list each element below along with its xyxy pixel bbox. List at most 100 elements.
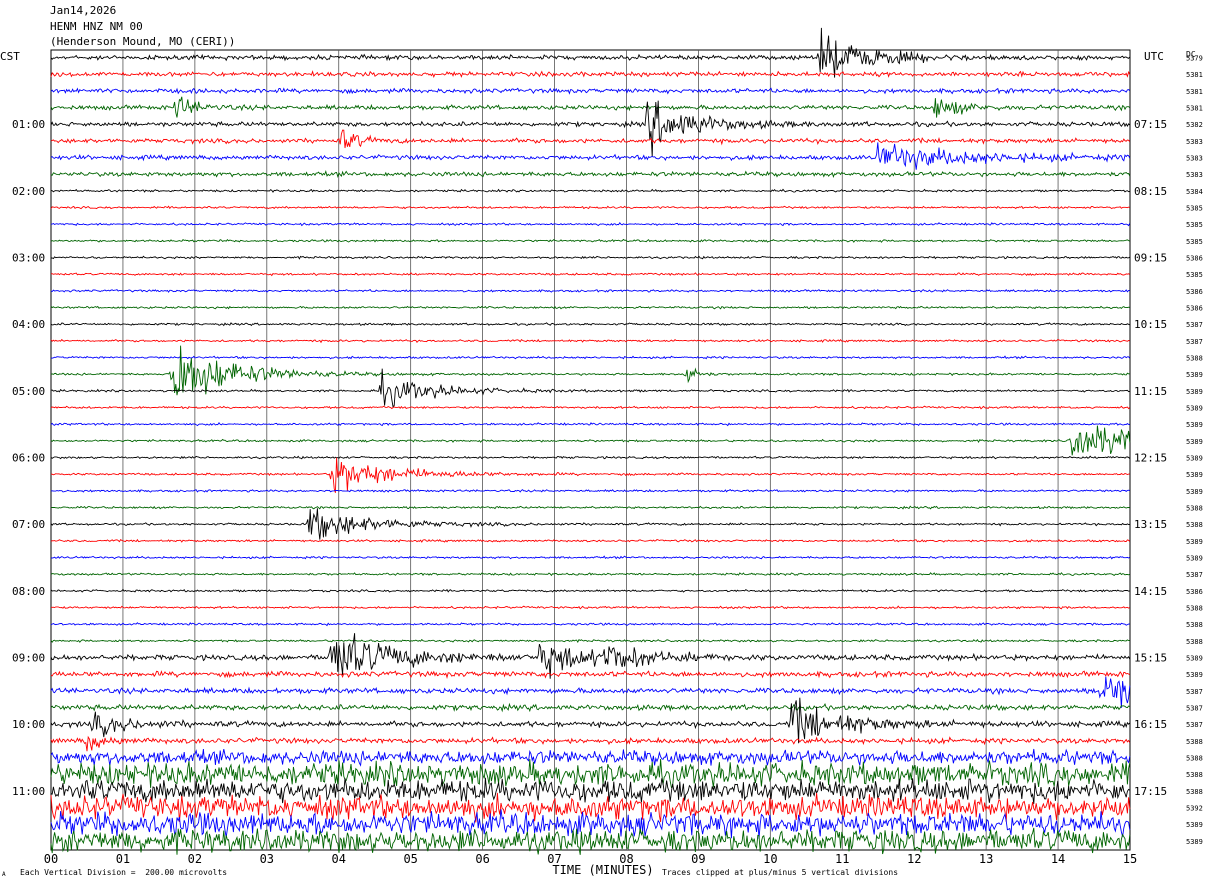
- left-time-label: 07:00: [12, 518, 45, 531]
- scale-note: Each Vertical Division = 200.00 microvol…: [20, 868, 228, 877]
- seismic-trace: [50, 205, 1130, 210]
- seismic-trace: [50, 455, 1131, 460]
- x-tick-label: 10: [763, 852, 777, 866]
- dc-offset-label: 5383: [1186, 155, 1203, 163]
- dc-offset-label: 5389: [1186, 471, 1203, 479]
- seismic-trace: [50, 676, 1131, 708]
- seismic-trace: [50, 255, 1131, 260]
- dc-offset-label: 5388: [1186, 771, 1203, 779]
- seismic-trace: [50, 345, 1130, 396]
- seismic-trace: [50, 633, 1131, 679]
- seismic-trace: [50, 87, 1131, 95]
- seismic-trace: [50, 758, 1131, 789]
- seismic-trace: [50, 508, 1130, 540]
- seismic-trace: [50, 777, 1131, 804]
- dc-offset-label: 5389: [1186, 455, 1203, 463]
- x-tick-label: 13: [979, 852, 993, 866]
- dc-offset-label: 5389: [1186, 438, 1203, 446]
- dc-offset-label: 5392: [1186, 805, 1203, 813]
- left-time-label: 10:00: [12, 718, 45, 731]
- plot-grid: [50, 49, 1131, 851]
- seismic-trace: [50, 425, 1131, 456]
- dc-offset-label: 5389: [1186, 421, 1203, 429]
- x-tick-label: 12: [907, 852, 921, 866]
- dc-offset-label: 5381: [1186, 105, 1203, 113]
- right-time-label: 08:15: [1134, 185, 1167, 198]
- seismic-trace: [50, 338, 1130, 344]
- dc-offset-label: 5389: [1186, 555, 1203, 563]
- dc-offset-label: 5389: [1186, 488, 1203, 496]
- trace-group: [50, 27, 1131, 855]
- seismic-trace: [50, 670, 1131, 679]
- seismic-trace: [50, 188, 1130, 193]
- right-time-label: 16:15: [1134, 718, 1167, 731]
- dc-offset-label: 5387: [1186, 721, 1203, 729]
- seismic-trace: [50, 272, 1131, 277]
- x-tick-label: 15: [1123, 852, 1137, 866]
- dc-offset-label: 5389: [1186, 821, 1203, 829]
- dc-offset-label: 5381: [1186, 71, 1203, 79]
- right-time-label: 15:15: [1134, 652, 1167, 665]
- x-tick-label: 09: [691, 852, 705, 866]
- seismic-trace: [50, 355, 1131, 360]
- dc-offset-label: 5388: [1186, 755, 1203, 763]
- dc-offset-label: 5386: [1186, 588, 1203, 596]
- dc-offset-label: 5388: [1186, 638, 1203, 646]
- left-time-label: 02:00: [12, 185, 45, 198]
- seismic-trace: [50, 488, 1130, 493]
- x-tick-label: 00: [44, 852, 58, 866]
- dc-offset-label: 5388: [1186, 355, 1203, 363]
- right-time-label: 14:15: [1134, 585, 1167, 598]
- seismic-trace: [50, 702, 1130, 713]
- right-time-label: 07:15: [1134, 118, 1167, 131]
- dc-offset-label: 5387: [1186, 688, 1203, 696]
- seismic-trace: [50, 588, 1130, 593]
- dc-offset-label: 5387: [1186, 338, 1203, 346]
- dc-offset-label: 5388: [1186, 505, 1203, 513]
- seismic-trace: [50, 142, 1131, 170]
- seismic-trace: [50, 27, 1131, 78]
- dc-offset-label: 5389: [1186, 655, 1203, 663]
- right-time-label: 13:15: [1134, 518, 1167, 531]
- seismic-trace: [50, 457, 1130, 493]
- x-tick-label: 06: [475, 852, 489, 866]
- dc-offset-label: 5389: [1186, 838, 1203, 846]
- seismic-trace: [50, 572, 1130, 577]
- dc-offset-label: 5379: [1186, 55, 1203, 63]
- dc-offset-label: 5389: [1186, 538, 1203, 546]
- x-tick-label: 05: [403, 852, 417, 866]
- x-tick-label: 01: [116, 852, 130, 866]
- dc-offset-label: 5388: [1186, 521, 1203, 529]
- seismic-trace: [50, 735, 1131, 752]
- dc-offset-label: 5388: [1186, 738, 1203, 746]
- dc-offset-label: 5385: [1186, 238, 1203, 246]
- plot-frame: [50, 49, 1131, 851]
- seismic-trace: [50, 697, 1131, 744]
- left-time-label: 11:00: [12, 785, 45, 798]
- dc-offset-label: 5388: [1186, 788, 1203, 796]
- x-tick-label: 04: [332, 852, 346, 866]
- seismic-trace: [51, 605, 1131, 610]
- dc-offset-label: 5386: [1186, 255, 1203, 263]
- right-time-label: 10:15: [1134, 318, 1167, 331]
- dc-offset-label: 5389: [1186, 405, 1203, 413]
- dc-offset-label: 5389: [1186, 671, 1203, 679]
- x-tick-label: 03: [260, 852, 274, 866]
- x-tick-label: 11: [835, 852, 849, 866]
- seismic-trace: [50, 222, 1131, 227]
- seismic-trace: [50, 505, 1130, 510]
- seismic-trace: [50, 288, 1130, 293]
- dc-offset-label: 5386: [1186, 305, 1203, 313]
- seismic-trace: [50, 129, 1131, 149]
- seismic-trace: [50, 538, 1131, 543]
- right-time-label: 17:15: [1134, 785, 1167, 798]
- right-time-label: 12:15: [1134, 452, 1167, 465]
- seismic-trace: [50, 170, 1131, 179]
- seismic-trace: [50, 70, 1131, 78]
- corner-mark: A: [2, 871, 6, 878]
- left-time-label: 05:00: [12, 385, 45, 398]
- seismic-trace: [50, 305, 1130, 310]
- left-time-label: 09:00: [12, 652, 45, 665]
- dc-offset-label: 5385: [1186, 271, 1203, 279]
- seismic-trace: [50, 622, 1130, 627]
